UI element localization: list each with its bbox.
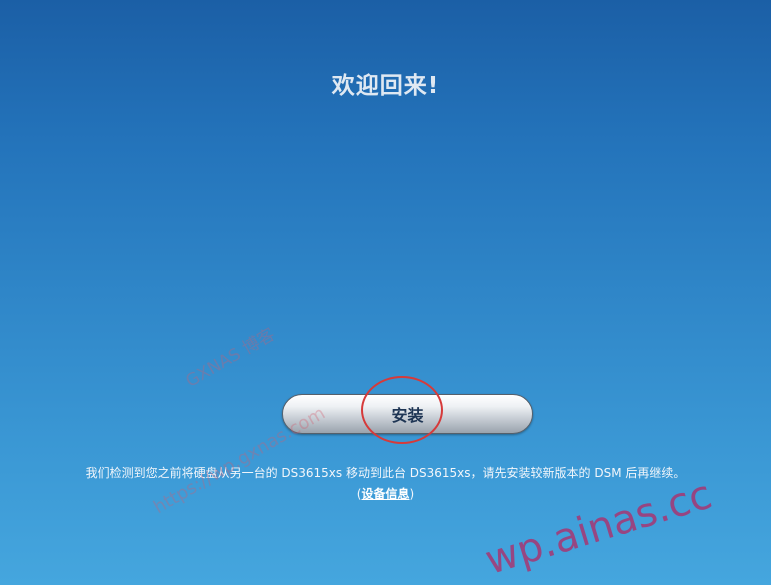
info-paren-close: ) <box>409 487 415 501</box>
welcome-title: 欢迎回来! <box>331 73 440 99</box>
migration-message: 我们检测到您之前将硬盘从另一台的 DS3615xs 移动到此台 DS3615xs… <box>85 466 686 480</box>
device-info-link[interactable]: 设备信息 <box>361 487 409 501</box>
install-button-label: 安装 <box>391 406 424 425</box>
watermark-blog: GXNAS 博客 <box>182 324 279 392</box>
